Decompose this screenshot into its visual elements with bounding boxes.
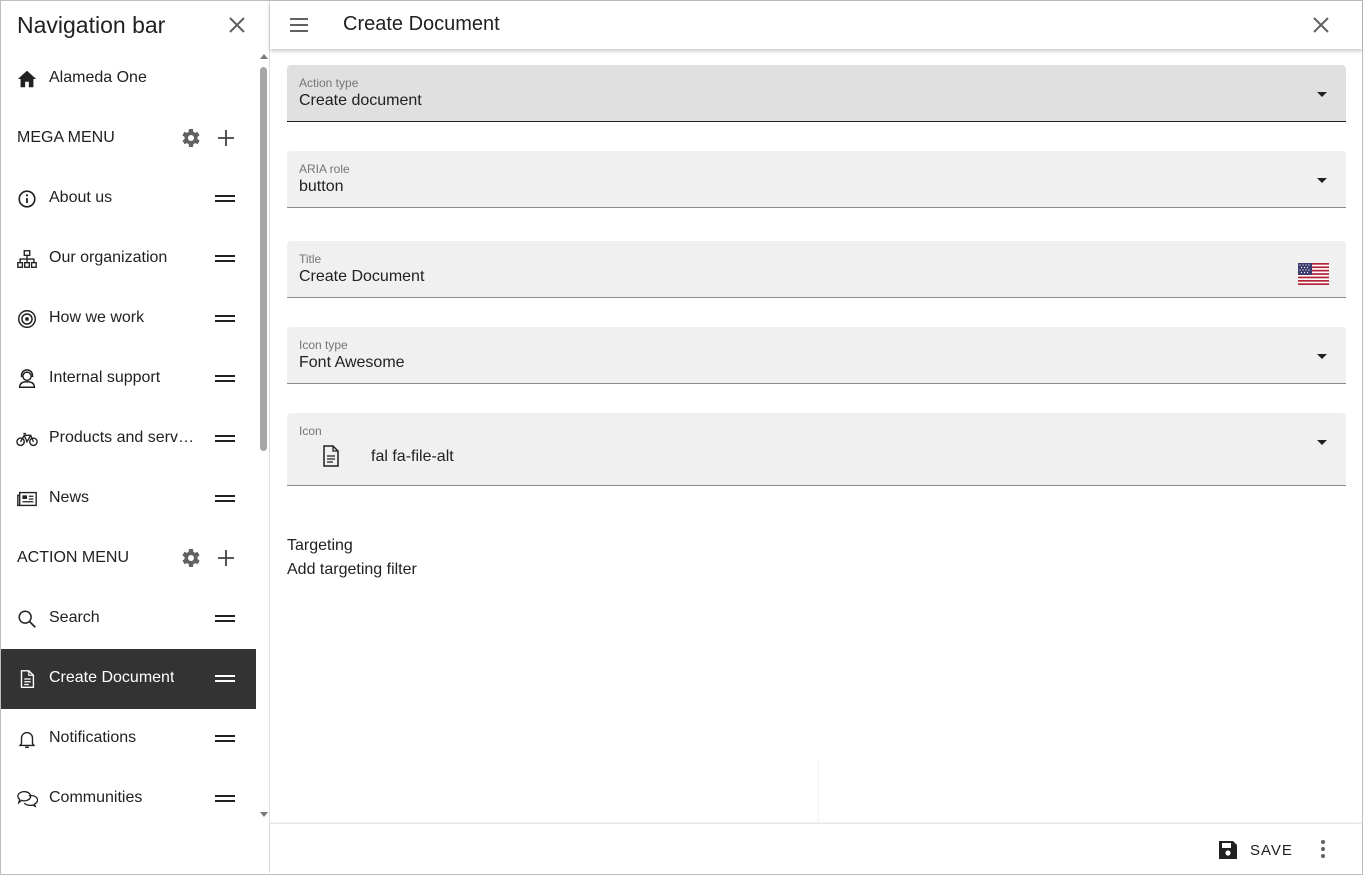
dropdown-arrow-icon: [1317, 440, 1327, 445]
icon-type-select[interactable]: Icon type Font Awesome: [287, 327, 1346, 384]
field-value: button: [299, 178, 344, 195]
sidebar-header: Navigation bar: [1, 1, 269, 49]
dropdown-arrow-icon: [1317, 178, 1327, 183]
gear-icon[interactable]: [178, 126, 202, 150]
home-icon: [17, 70, 37, 88]
bicycle-icon: [16, 432, 38, 447]
drag-handle-icon[interactable]: [215, 373, 235, 385]
sidebar-item-how-we-work[interactable]: How we work: [1, 289, 256, 349]
sitemap-icon: [17, 250, 37, 268]
sidebar-scroll-thumb[interactable]: [260, 67, 267, 451]
section-label: ACTION MENU: [17, 549, 129, 566]
field-value: Create document: [299, 92, 422, 109]
sidebar-item-label: About us: [49, 189, 113, 206]
sidebar-item-label: How we work: [49, 309, 145, 326]
plus-icon[interactable]: [215, 127, 237, 149]
navigation-sidebar: Navigation bar Alameda One MEGA MENU Abo…: [1, 1, 270, 873]
drag-handle-icon[interactable]: [215, 193, 235, 205]
field-value: Create Document: [299, 268, 425, 285]
page-title: Create Document: [343, 13, 500, 35]
sidebar-item-label: Communities: [49, 789, 143, 806]
sidebar-item-our-organization[interactable]: Our organization: [1, 229, 256, 289]
save-button[interactable]: SAVE: [1208, 832, 1298, 868]
drag-handle-icon[interactable]: [215, 733, 235, 745]
bullseye-icon: [18, 310, 36, 328]
us-flag-icon[interactable]: [1298, 263, 1329, 285]
targeting-heading: Targeting: [287, 537, 353, 554]
field-value: Font Awesome: [299, 354, 405, 371]
sidebar-item-label: News: [49, 489, 90, 506]
sidebar-item-alameda-one[interactable]: Alameda One: [1, 49, 256, 109]
sidebar-item-create-document[interactable]: Create Document: [1, 649, 256, 709]
field-label: Title: [299, 252, 322, 266]
field-label: Icon type: [299, 338, 348, 352]
support-agent-icon: [18, 369, 36, 388]
sidebar-item-communities[interactable]: Communities: [1, 769, 256, 829]
field-value: fal fa-file-alt: [371, 448, 454, 465]
file-icon: [20, 670, 35, 688]
sidebar-item-label: Products and servi…: [49, 429, 197, 446]
sidebar-item-search[interactable]: Search: [1, 589, 256, 649]
sidebar-item-label: Search: [49, 609, 100, 626]
top-app-bar: Create Document: [270, 1, 1362, 49]
drag-handle-icon[interactable]: [215, 433, 235, 445]
bottom-action-bar: SAVE: [270, 823, 1362, 874]
drag-handle-icon[interactable]: [215, 793, 235, 805]
field-label: ARIA role: [299, 162, 350, 176]
field-label: Action type: [299, 76, 359, 90]
close-icon[interactable]: [1309, 13, 1333, 37]
scroll-up-arrow-icon[interactable]: [260, 54, 268, 59]
menu-icon[interactable]: [287, 13, 311, 37]
drag-handle-icon[interactable]: [215, 613, 235, 625]
icon-select[interactable]: Icon fal fa-file-alt: [287, 413, 1346, 486]
title-input[interactable]: Title Create Document: [287, 241, 1346, 298]
gear-icon[interactable]: [178, 546, 202, 570]
save-label: SAVE: [1250, 842, 1293, 859]
add-targeting-filter-link[interactable]: Add targeting filter: [287, 561, 417, 579]
section-mega-menu: MEGA MENU: [1, 109, 256, 169]
file-alt-icon: [323, 445, 339, 467]
search-icon: [18, 610, 36, 628]
field-label: Icon: [299, 424, 322, 438]
sidebar-item-about-us[interactable]: About us: [1, 169, 256, 229]
drag-handle-icon[interactable]: [215, 313, 235, 325]
sidebar-item-label: Create Document: [49, 669, 175, 686]
scroll-down-arrow-icon[interactable]: [260, 812, 268, 817]
action-type-select[interactable]: Action type Create document: [287, 65, 1346, 122]
sidebar-title: Navigation bar: [17, 12, 166, 38]
plus-icon[interactable]: [215, 547, 237, 569]
dropdown-arrow-icon: [1317, 354, 1327, 359]
section-action-menu: ACTION MENU: [1, 529, 256, 589]
more-vert-icon[interactable]: [1311, 836, 1335, 862]
drag-handle-icon[interactable]: [215, 493, 235, 505]
bell-icon: [18, 731, 36, 748]
main-panel: Create Document Action type Create docum…: [270, 1, 1362, 874]
drag-handle-icon[interactable]: [215, 253, 235, 265]
sidebar-item-news[interactable]: News: [1, 469, 256, 529]
sidebar-item-label: Our organization: [49, 249, 168, 266]
sidebar-item-products-and-services[interactable]: Products and servi…: [1, 409, 256, 469]
sidebar-item-internal-support[interactable]: Internal support: [1, 349, 256, 409]
drag-handle-icon[interactable]: [215, 673, 235, 685]
close-icon[interactable]: [225, 13, 249, 37]
sidebar-item-label: Notifications: [49, 729, 137, 746]
comments-icon: [17, 791, 38, 808]
dropdown-arrow-icon: [1317, 92, 1327, 97]
section-label: MEGA MENU: [17, 129, 115, 146]
sidebar-list: Alameda One MEGA MENU About us Our organ…: [1, 49, 256, 829]
sidebar-item-notifications[interactable]: Notifications: [1, 709, 256, 769]
sidebar-item-label: Alameda One: [49, 69, 147, 86]
newspaper-icon: [17, 491, 37, 507]
floppy-disk-icon: [1219, 841, 1237, 859]
sidebar-item-label: Internal support: [49, 369, 161, 386]
divider: [818, 761, 819, 821]
info-icon: [18, 190, 36, 208]
aria-role-select[interactable]: ARIA role button: [287, 151, 1346, 208]
